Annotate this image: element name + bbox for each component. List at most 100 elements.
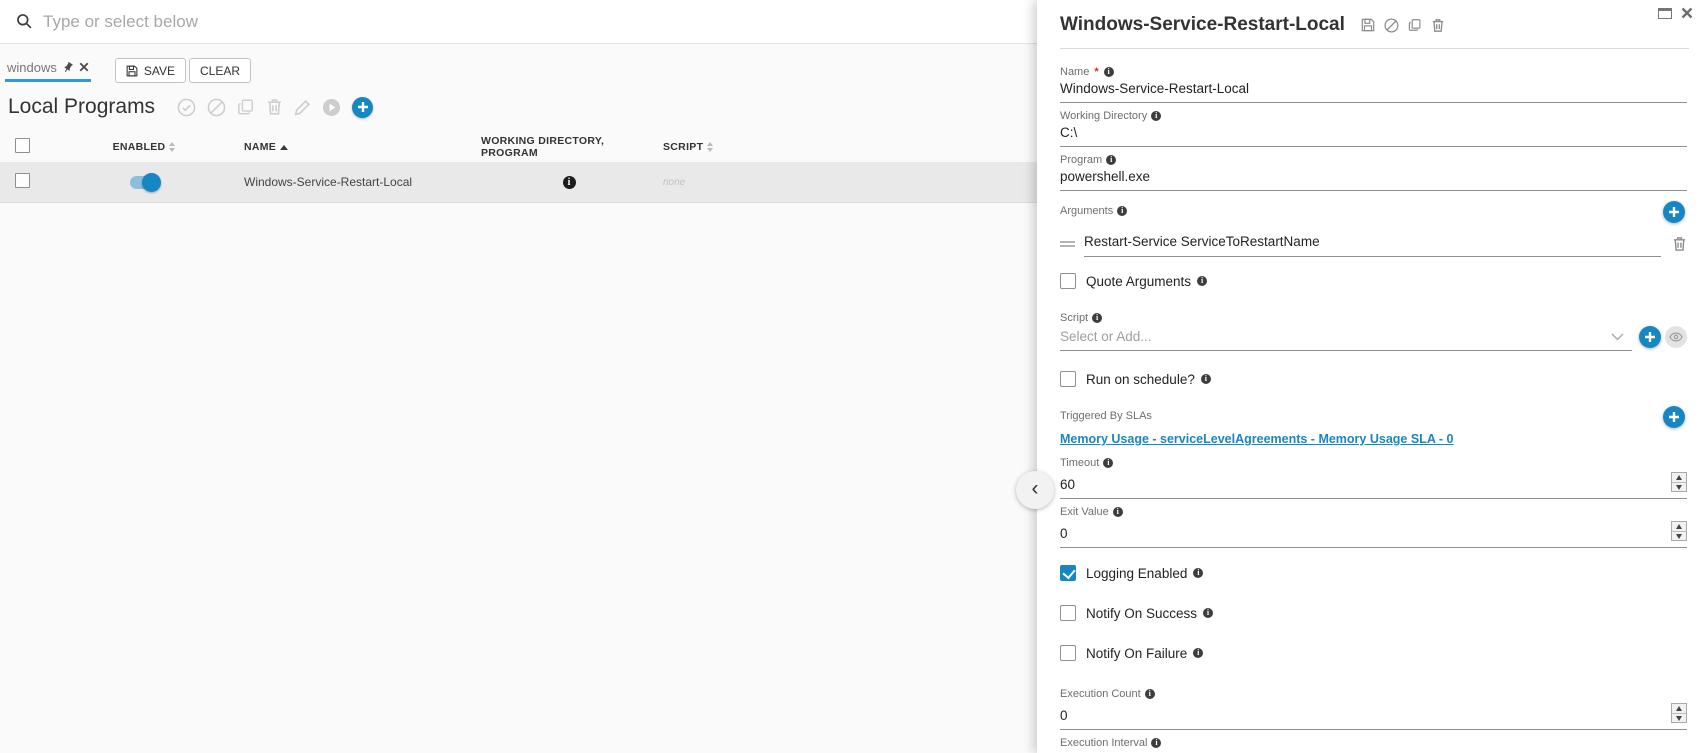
quote-arguments-checkbox[interactable] bbox=[1060, 273, 1076, 289]
notify-on-failure-checkbox[interactable] bbox=[1060, 645, 1076, 661]
arguments-label: Arguments bbox=[1060, 204, 1113, 218]
toggle-knob bbox=[142, 173, 161, 192]
close-icon[interactable] bbox=[1681, 7, 1693, 19]
name-field: Name*i bbox=[1060, 65, 1687, 103]
execution-count-label: Execution Count bbox=[1060, 687, 1141, 701]
info-icon[interactable]: i bbox=[1151, 111, 1161, 121]
add-sla-button[interactable] bbox=[1663, 406, 1685, 428]
info-icon[interactable]: i bbox=[1117, 206, 1127, 216]
eye-icon bbox=[1669, 332, 1683, 342]
run-on-schedule-row: Run on schedule?i bbox=[1060, 371, 1687, 387]
drag-handle-icon[interactable] bbox=[1060, 239, 1075, 249]
maximize-icon[interactable] bbox=[1658, 8, 1672, 19]
info-icon[interactable]: i bbox=[1103, 458, 1113, 468]
row-name[interactable]: Windows-Service-Restart-Local bbox=[244, 175, 481, 189]
script-field: Scripti Select or Add... bbox=[1060, 311, 1687, 351]
save-program-icon[interactable] bbox=[1361, 18, 1375, 32]
plus-icon bbox=[1668, 206, 1680, 218]
execution-count-stepper[interactable] bbox=[1671, 703, 1687, 723]
program-input[interactable] bbox=[1060, 169, 1687, 184]
wd-program-info-icon[interactable]: i bbox=[563, 176, 576, 189]
execution-interval-label: Execution Interval bbox=[1060, 736, 1147, 750]
argument-row bbox=[1060, 231, 1687, 257]
column-script[interactable]: SCRIPT bbox=[657, 141, 1037, 153]
timeout-stepper[interactable] bbox=[1671, 472, 1687, 492]
panel-title: Windows-Service-Restart-Local bbox=[1060, 14, 1345, 36]
row-checkbox[interactable] bbox=[15, 173, 30, 188]
info-icon[interactable]: i bbox=[1197, 276, 1207, 286]
program-field: Programi bbox=[1060, 153, 1687, 191]
row-script: none bbox=[657, 177, 1037, 188]
execution-count-field: Execution Count i bbox=[1060, 687, 1687, 730]
search-input[interactable] bbox=[43, 12, 1037, 32]
execution-interval-field: Execution Intervali DAY bbox=[1060, 736, 1687, 753]
triggered-by-slas-section: Triggered By SLAs Memory Usage - service… bbox=[1060, 409, 1687, 448]
delete-icon[interactable] bbox=[266, 98, 283, 116]
info-icon[interactable]: i bbox=[1193, 568, 1203, 578]
exit-value-input[interactable] bbox=[1060, 526, 1663, 541]
working-directory-label: Working Directory bbox=[1060, 109, 1147, 123]
table-row[interactable]: Windows-Service-Restart-Local i none bbox=[0, 162, 1037, 203]
copy-icon[interactable] bbox=[237, 98, 255, 116]
info-icon[interactable]: i bbox=[1203, 608, 1213, 618]
collapse-panel-button[interactable]: ‹ bbox=[1016, 471, 1054, 509]
column-name[interactable]: NAME bbox=[244, 141, 481, 153]
plus-icon bbox=[1668, 411, 1680, 423]
info-icon[interactable]: i bbox=[1151, 738, 1161, 748]
enabled-toggle[interactable] bbox=[130, 176, 159, 189]
column-enabled[interactable]: ENABLED bbox=[44, 141, 244, 153]
required-marker: * bbox=[1094, 65, 1098, 79]
pin-icon[interactable] bbox=[59, 58, 76, 75]
run-on-schedule-checkbox[interactable] bbox=[1060, 371, 1076, 387]
info-icon[interactable]: i bbox=[1113, 507, 1123, 517]
clear-button[interactable]: CLEAR bbox=[189, 58, 251, 83]
copy-program-icon[interactable] bbox=[1408, 18, 1422, 32]
save-button[interactable]: SAVE bbox=[115, 58, 186, 83]
sort-icon bbox=[707, 142, 713, 152]
notify-on-success-checkbox[interactable] bbox=[1060, 605, 1076, 621]
info-icon[interactable]: i bbox=[1104, 67, 1114, 77]
add-script-button[interactable] bbox=[1639, 326, 1661, 348]
script-label: Script bbox=[1060, 311, 1088, 325]
arguments-section: Arguments i bbox=[1060, 204, 1687, 257]
name-input[interactable] bbox=[1060, 81, 1687, 96]
info-icon[interactable]: i bbox=[1193, 648, 1203, 658]
filter-chip-windows[interactable]: windows bbox=[5, 60, 91, 82]
argument-input[interactable] bbox=[1084, 234, 1661, 249]
delete-program-icon[interactable] bbox=[1431, 18, 1445, 33]
info-icon[interactable]: i bbox=[1106, 155, 1116, 165]
view-script-button bbox=[1665, 326, 1687, 348]
delete-argument-icon[interactable] bbox=[1672, 236, 1687, 252]
edit-icon[interactable] bbox=[294, 99, 311, 116]
logging-enabled-checkbox[interactable] bbox=[1060, 565, 1076, 581]
select-all-checkbox[interactable] bbox=[15, 138, 30, 153]
disable-program-icon[interactable] bbox=[1384, 18, 1399, 33]
working-directory-input[interactable] bbox=[1060, 125, 1687, 140]
app-window: windows SAVE CLEAR Local Programs bbox=[0, 0, 1701, 753]
timeout-input[interactable] bbox=[1060, 477, 1663, 492]
table-header: ENABLED NAME WORKING DIRECTORY, PROGRAM … bbox=[0, 132, 1037, 162]
panel-header: Windows-Service-Restart-Local bbox=[1037, 0, 1701, 36]
add-program-button[interactable] bbox=[352, 97, 373, 118]
panel-divider bbox=[1060, 48, 1689, 49]
enable-icon[interactable] bbox=[177, 98, 196, 117]
panel-body: Name*i Working Directoryi Programi Argum… bbox=[1037, 65, 1701, 753]
script-select[interactable]: Select or Add... bbox=[1060, 327, 1632, 351]
column-wd-program[interactable]: WORKING DIRECTORY, PROGRAM bbox=[481, 135, 657, 159]
sla-link[interactable]: Memory Usage - serviceLevelAgreements - … bbox=[1060, 432, 1453, 446]
exit-value-stepper[interactable] bbox=[1671, 521, 1687, 541]
info-icon[interactable]: i bbox=[1201, 374, 1211, 384]
logging-enabled-label: Logging Enabled bbox=[1086, 566, 1187, 581]
add-argument-button[interactable] bbox=[1663, 201, 1685, 223]
remove-filter-icon[interactable] bbox=[79, 62, 89, 72]
filter-chip-label: windows bbox=[7, 60, 57, 75]
script-placeholder: Select or Add... bbox=[1060, 329, 1611, 344]
disable-icon[interactable] bbox=[207, 98, 226, 117]
list-region: windows SAVE CLEAR Local Programs bbox=[0, 0, 1037, 753]
quote-arguments-label: Quote Arguments bbox=[1086, 274, 1191, 289]
info-icon[interactable]: i bbox=[1092, 313, 1102, 323]
info-icon[interactable]: i bbox=[1145, 689, 1155, 699]
execution-count-input[interactable] bbox=[1060, 708, 1663, 723]
run-icon[interactable] bbox=[322, 98, 341, 117]
notify-on-failure-label: Notify On Failure bbox=[1086, 646, 1187, 661]
